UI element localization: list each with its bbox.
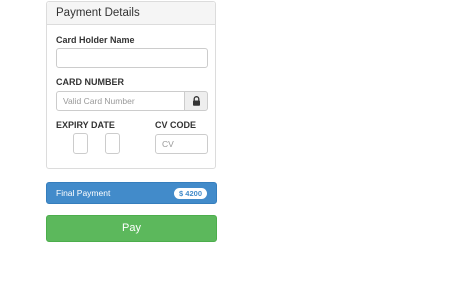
payment-panel: Payment Details Card Holder Name CARD NU… (46, 1, 216, 169)
expiry-date-label: EXPIRY DATE (56, 120, 115, 130)
panel-title: Payment Details (47, 2, 215, 25)
card-number-label: CARD NUMBER (56, 77, 124, 87)
holder-name-input[interactable] (56, 48, 208, 68)
lock-icon (192, 96, 200, 106)
card-number-input[interactable]: Valid Card Number (56, 91, 185, 111)
final-payment-amount-badge: $ 4200 (174, 188, 207, 199)
final-payment-label: Final Payment (56, 188, 111, 198)
pay-button[interactable]: Pay (46, 215, 217, 242)
expiry-month-input[interactable] (73, 133, 88, 154)
holder-name-label: Card Holder Name (56, 35, 135, 45)
cv-code-input[interactable]: CV (155, 134, 208, 154)
final-payment-bar: Final Payment $ 4200 (46, 182, 217, 204)
expiry-year-input[interactable] (105, 133, 120, 154)
card-lock-addon (184, 91, 208, 111)
cv-code-label: CV CODE (155, 120, 197, 130)
